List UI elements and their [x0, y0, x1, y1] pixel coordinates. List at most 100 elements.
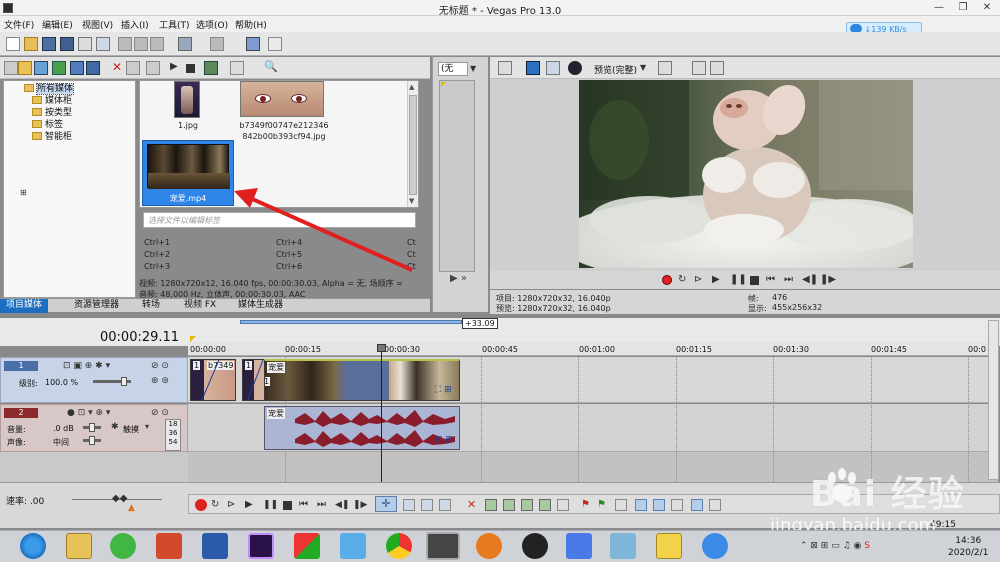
- save-snapshot-icon[interactable]: [710, 61, 724, 75]
- play-icon[interactable]: ▶: [712, 274, 720, 285]
- playhead-handle[interactable]: [377, 344, 386, 352]
- level-slider[interactable]: [93, 377, 131, 386]
- region-insert-icon[interactable]: ⚑: [597, 499, 609, 511]
- pause-icon[interactable]: ❚❚: [730, 274, 747, 285]
- word-task-icon[interactable]: [202, 533, 228, 559]
- loop-icon[interactable]: ↻: [678, 274, 686, 285]
- play-from-start-icon[interactable]: ⊳: [694, 274, 702, 285]
- stop-icon[interactable]: [283, 501, 292, 510]
- menu-view[interactable]: 视图(V): [82, 18, 113, 31]
- go-start-icon[interactable]: ⏮: [299, 499, 311, 511]
- pan-slider-thumb[interactable]: [89, 436, 95, 445]
- playhead-line[interactable]: [381, 346, 382, 482]
- cut-icon[interactable]: [118, 37, 132, 51]
- pause-icon[interactable]: ❚❚: [263, 499, 278, 511]
- timeline-vscrollbar[interactable]: [988, 320, 999, 480]
- powerpoint-task-icon[interactable]: [156, 533, 182, 559]
- trim-start-icon[interactable]: [503, 499, 515, 511]
- play-icon[interactable]: ▶: [170, 61, 184, 75]
- save-as-icon[interactable]: [60, 37, 74, 51]
- zoom-icon[interactable]: 🔍: [264, 61, 278, 75]
- get-media-icon[interactable]: [34, 61, 48, 75]
- trim-end-icon[interactable]: [521, 499, 533, 511]
- automation-icon[interactable]: ✱: [111, 422, 119, 432]
- tree-item-by-type[interactable]: 按类型: [32, 108, 72, 119]
- menu-help[interactable]: 帮助(H): [235, 18, 267, 31]
- tab-media-generators[interactable]: 媒体生成器: [232, 299, 289, 313]
- media-thumb-eyes-jpg[interactable]: [240, 81, 324, 117]
- preview-quality-select[interactable]: 预览(完整): [594, 63, 637, 76]
- next-frame-icon[interactable]: ❚▶: [353, 499, 367, 511]
- transition-category-select[interactable]: (无: [438, 62, 468, 76]
- tray-icons[interactable]: ⌃ ⊠ ⊞ ▭ ♫ ◉ S: [800, 541, 870, 551]
- views-icon[interactable]: [230, 61, 244, 75]
- video-clip-second[interactable]: 1: [242, 359, 266, 401]
- app5-task-icon[interactable]: [610, 533, 636, 559]
- prev-frame-icon[interactable]: ◀❚: [335, 499, 349, 511]
- tab-project-media[interactable]: 项目媒体: [0, 299, 49, 313]
- normal-edit-tool-icon[interactable]: ✛: [375, 496, 397, 512]
- composite-icons[interactable]: ⊛ ⊜: [151, 376, 169, 386]
- mute-solo-icons[interactable]: ⊘ ⊙: [151, 408, 169, 418]
- audio-clip-mp4[interactable]: 宠爱 ⊟ ⊞: [264, 406, 460, 450]
- transition-list[interactable]: [439, 80, 475, 272]
- track-motion-icon[interactable]: ⊡ ▣ ⊕ ✱ ▾: [63, 361, 110, 371]
- app3-task-icon[interactable]: [476, 533, 502, 559]
- capture-icon[interactable]: [18, 61, 32, 75]
- vegas-task-icon-active[interactable]: [426, 532, 460, 560]
- snapping-icon[interactable]: [635, 499, 647, 511]
- go-start-icon[interactable]: ⏮: [766, 274, 775, 285]
- copy-snapshot-icon[interactable]: [692, 61, 706, 75]
- zoom-tool-icon[interactable]: [439, 499, 451, 511]
- go-end-icon[interactable]: ⏭: [784, 274, 793, 285]
- snap-icon[interactable]: [246, 37, 260, 51]
- chevron-down-icon[interactable]: ▾: [145, 422, 149, 431]
- go-end-icon[interactable]: ⏭: [317, 499, 329, 511]
- tree-item-smart-bins[interactable]: 智能柜: [32, 132, 72, 143]
- play-icon[interactable]: ▶: [245, 499, 257, 511]
- save-icon[interactable]: [42, 37, 56, 51]
- record-icon[interactable]: [662, 275, 672, 285]
- audio-fx-icons[interactable]: ● ⊡ ▾ ⊕ ▾: [67, 408, 110, 418]
- chevron-down-icon[interactable]: ▼: [640, 63, 646, 72]
- chevron-down-icon[interactable]: ▼: [470, 64, 476, 73]
- copy-icon[interactable]: [134, 37, 148, 51]
- transition-play-icon[interactable]: ▶ »: [450, 273, 467, 284]
- stop-icon[interactable]: [186, 64, 195, 73]
- tags-icon[interactable]: [146, 61, 160, 75]
- app4-task-icon[interactable]: [566, 533, 592, 559]
- scroll-up-icon[interactable]: ▲: [409, 83, 414, 91]
- maximize-button[interactable]: ❐: [952, 0, 974, 15]
- import-icon[interactable]: [4, 61, 18, 75]
- chrome-task-icon[interactable]: [386, 533, 412, 559]
- properties-icon[interactable]: [96, 37, 110, 51]
- close-button[interactable]: ✕: [976, 0, 998, 15]
- expand-icon[interactable]: ⊞: [20, 188, 27, 197]
- tab-transitions[interactable]: 转场: [136, 299, 166, 313]
- level-slider-thumb[interactable]: [121, 377, 127, 386]
- refresh-icon[interactable]: [52, 61, 66, 75]
- system-clock[interactable]: 14:36 2020/2/1: [948, 535, 988, 559]
- project-props-icon[interactable]: [498, 61, 512, 75]
- external-monitor-icon[interactable]: [526, 61, 540, 75]
- selection-tool-icon[interactable]: [421, 499, 433, 511]
- remove-icon[interactable]: ✕: [110, 61, 124, 75]
- video-clip-1jpg[interactable]: 1 b7349: [190, 359, 236, 401]
- browser-task-icon[interactable]: [20, 533, 46, 559]
- menu-insert[interactable]: 插入(I): [121, 18, 149, 31]
- prev-frame-icon[interactable]: ◀❚: [802, 274, 818, 285]
- pan-slider[interactable]: [83, 436, 101, 445]
- fx-icon[interactable]: [546, 61, 560, 75]
- menu-tools[interactable]: 工具(T): [159, 18, 190, 31]
- event-fx-icon[interactable]: ⊟ ⊞: [435, 435, 453, 445]
- mute-solo-icons[interactable]: ⊘ ⊙: [151, 361, 169, 371]
- trim-icon[interactable]: [485, 499, 497, 511]
- media-fx-icon[interactable]: [70, 61, 84, 75]
- tab-explorer[interactable]: 资源管理器: [68, 299, 125, 313]
- media-item-mp4-selected[interactable]: 宠爱.mp4: [142, 140, 234, 206]
- stop-icon[interactable]: [750, 276, 759, 285]
- new-icon[interactable]: [6, 37, 20, 51]
- baidu-netdisk-task-icon[interactable]: [702, 533, 728, 559]
- tree-item-tags[interactable]: 标签: [32, 120, 63, 131]
- notes-task-icon[interactable]: [656, 533, 682, 559]
